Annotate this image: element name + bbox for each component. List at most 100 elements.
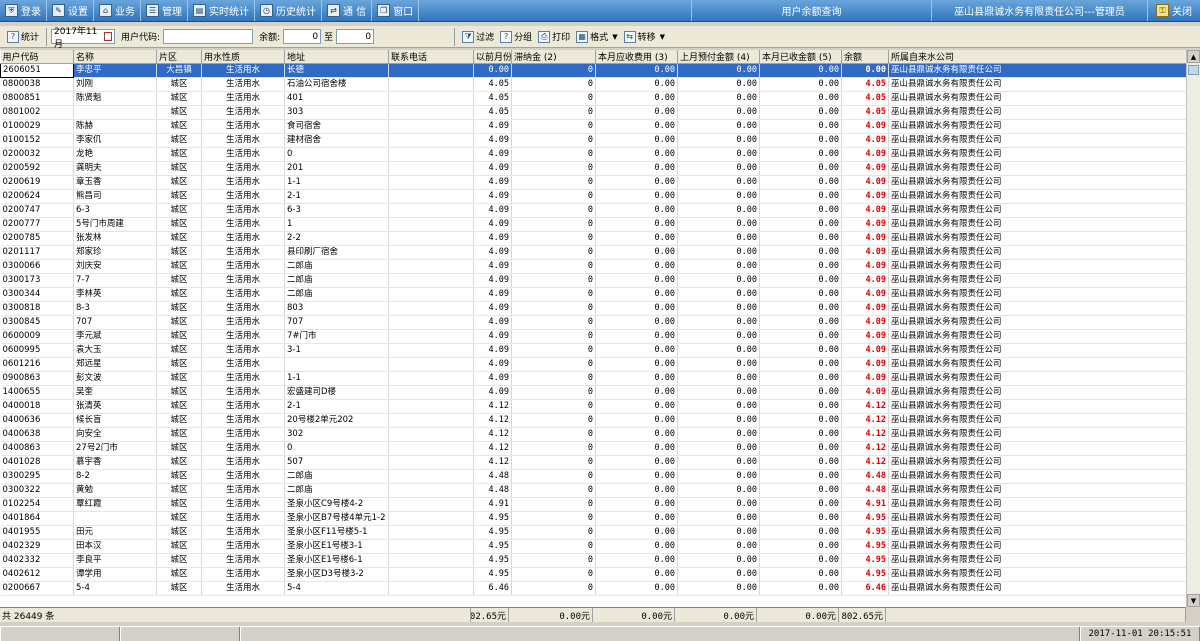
table-row[interactable]: 0200624 熊昌司 城区 生活用水 2-1 4.09 0 0.00 0.00 0.00 4.09… [0, 189, 1186, 204]
table-cell: 0.00 [759, 399, 842, 414]
table-cell: 0.00 [595, 413, 678, 428]
transfer-button[interactable]: ⇆ 转移 ▼ [621, 28, 668, 46]
table-row[interactable]: 0200785 张发林 城区 生活用水 2-2 4.09 0 0.00 0.00 0.00 4.09… [0, 231, 1186, 246]
table-cell: 0.00 [595, 301, 678, 316]
table-row[interactable]: 0300295 8-2 城区 生活用水 二郎庙 4.48 0 0.00 0.00 0.00 4.48… [0, 469, 1186, 484]
menu-item-2[interactable]: ⌂ 业务 [94, 0, 141, 21]
table-row[interactable]: 0402329 田本汉 城区 生活用水 圣泉小区E1号楼3-1 4.95 0 0.00 0.00… [0, 539, 1186, 554]
table-row[interactable]: 0402332 李良平 城区 生活用水 圣泉小区E1号楼6-1 4.95 0 0.00 0.00… [0, 553, 1186, 568]
print-button[interactable]: ⎙ 打印 [535, 28, 573, 46]
table-row[interactable]: 0401955 田元 城区 生活用水 圣泉小区F11号楼5-1 4.95 0 0.00 0.00… [0, 525, 1186, 540]
menu-item-4[interactable]: ▤ 实时统计 [188, 0, 255, 21]
menu-item-5[interactable]: ◷ 历史统计 [255, 0, 322, 21]
table-cell: 0.00 [595, 273, 678, 288]
table-cell: 巫山县鼎诚水务有限责任公司 [888, 315, 1186, 330]
menu-item-6[interactable]: ⇄ 通 信 [322, 0, 373, 21]
column-header[interactable]: 上月预付金额 (4) [677, 50, 760, 64]
table-cell: 二郎庙 [284, 259, 389, 274]
table-row[interactable]: 0300344 李林英 城区 生活用水 二郎庙 4.09 0 0.00 0.00 0.00 4.09… [0, 287, 1186, 302]
scroll-down-button[interactable]: ▼ [1187, 594, 1200, 607]
table-cell: 0.00 [595, 427, 678, 442]
menu-item-0[interactable]: ⛨ 登录 [0, 0, 47, 21]
balance-from-input[interactable] [283, 29, 322, 44]
table-row[interactable]: 0402612 谭学用 城区 生活用水 圣泉小区D3号楼3-2 4.95 0 0.00 0.00… [0, 567, 1186, 582]
table-row[interactable]: 0200777 5号门市周建 城区 生活用水 1 4.09 0 0.00 0.00 0.00 4.0… [0, 217, 1186, 232]
table-row[interactable]: 0800851 陈贤魁 城区 生活用水 401 4.05 0 0.00 0.00 0.00 4.05… [0, 91, 1186, 106]
table-cell: 27号2门市 [73, 441, 157, 456]
table-cell: 0 [511, 175, 596, 190]
column-header[interactable]: 用户代码 [0, 50, 74, 64]
table-row[interactable]: 0400863 27号2门市 城区 生活用水 0 4.12 0 0.00 0.00 0.00 4.1… [0, 441, 1186, 456]
table-row[interactable]: 0800038 刘刚 城区 生活用水 石油公司宿舍楼 4.05 0 0.00 0.00 0.00 4… [0, 77, 1186, 92]
table-row[interactable]: 0400636 候长盲 城区 生活用水 20号楼2单元202 4.12 0 0.00 0.00 0… [0, 413, 1186, 428]
table-row[interactable]: 0200619 章玉香 城区 生活用水 1-1 4.09 0 0.00 0.00 0.00 4.09… [0, 175, 1186, 190]
column-header[interactable]: 以前月份 [473, 50, 512, 64]
menu-item-7[interactable]: ❐ 窗口 [372, 0, 420, 21]
table-row[interactable]: 0400638 向安全 城区 生活用水 302 4.12 0 0.00 0.00 0.00 4.12… [0, 427, 1186, 442]
menu-spacer [419, 0, 692, 21]
table-cell: 4.95 [841, 525, 889, 540]
menu-item-3[interactable]: ☰ 管理 [141, 0, 188, 21]
table-cell: 0 [511, 245, 596, 260]
filter-button[interactable]: ⧩ 过滤 [459, 28, 497, 46]
chevron-down-icon: ▼ [612, 32, 618, 41]
menu-item-1[interactable]: ✎ 设置 [47, 0, 94, 21]
month-picker[interactable]: 2017年11月 [51, 27, 116, 50]
stats-button[interactable]: ? 统计 [4, 28, 42, 46]
table-row[interactable]: 0300818 8-3 城区 生活用水 803 4.09 0 0.00 0.00 0.00 4.09… [0, 301, 1186, 316]
table-cell: 0.00 [759, 455, 842, 470]
table-cell: 4.95 [841, 539, 889, 554]
table-row[interactable]: 0600009 李元斌 城区 生活用水 7#门市 4.09 0 0.00 0.00 0.00 4.0… [0, 329, 1186, 344]
column-header[interactable]: 用水性质 [201, 50, 285, 64]
table-row[interactable]: 1400655 吴奎 城区 生活用水 宏盛建司D楼 4.09 0 0.00 0.00 0.00 4.… [0, 385, 1186, 400]
column-header[interactable]: 片区 [156, 50, 202, 64]
format-button[interactable]: ▦ 格式 ▼ [573, 28, 620, 46]
table-row[interactable]: 0600995 袁大玉 城区 生活用水 3-1 4.09 0 0.00 0.00 0.00 4.09… [0, 343, 1186, 358]
table-row[interactable]: 0200747 6-3 城区 生活用水 6-3 4.09 0 0.00 0.00 0.00 4.09… [0, 203, 1186, 218]
exit-button[interactable]: ⚿ 关闭 [1148, 0, 1200, 21]
table-cell: 0300066 [0, 259, 74, 274]
table-cell: 4.12 [841, 455, 889, 470]
column-header[interactable]: 名称 [73, 50, 157, 64]
table-cell: 城区 [156, 357, 202, 372]
table-row[interactable]: 0300173 7-7 城区 生活用水 二郎庙 4.09 0 0.00 0.00 0.00 4.09… [0, 273, 1186, 288]
table-row[interactable]: 0100152 李家仉 城区 生活用水 建材宿舍 4.09 0 0.00 0.00 0.00 4.0… [0, 133, 1186, 148]
table-row[interactable]: 2606051 李忠平 大昌镇 生活用水 长德 0.00 0 0.00 0.00 0.00 0.00… [0, 63, 1186, 78]
table-row[interactable]: 0200032 龙艳 城区 生活用水 0 4.09 0 0.00 0.00 0.00 4.09 巫山县… [0, 147, 1186, 162]
vertical-scrollbar[interactable]: ▲ ▼ [1186, 50, 1200, 607]
table-cell: 城区 [156, 525, 202, 540]
table-row[interactable]: 0200667 5-4 城区 生活用水 5-4 6.46 0 0.00 0.00 0.00 6.46… [0, 581, 1186, 596]
column-header[interactable]: 联系电话 [388, 50, 474, 64]
balance-to-input[interactable] [336, 29, 375, 44]
table-row[interactable]: 0400018 张清英 城区 生活用水 2-1 4.12 0 0.00 0.00 0.00 4.12… [0, 399, 1186, 414]
column-header[interactable]: 本月应收费用 (3) [595, 50, 678, 64]
table-cell: 0.00 [595, 441, 678, 456]
table-cell: 李元斌 [73, 329, 157, 344]
table-row[interactable]: 0601216 郑远星 城区 生活用水 4.09 0 0.00 0.00 0.00 4.09 巫山县… [0, 357, 1186, 372]
calendar-icon [103, 32, 113, 41]
table-row[interactable]: 0102254 覃红霞 城区 生活用水 圣泉小区C9号楼4-2 4.91 0 0.00 0.00… [0, 497, 1186, 512]
table-row[interactable]: 0300845 707 城区 生活用水 707 4.09 0 0.00 0.00 0.00 4.09… [0, 315, 1186, 330]
table-cell: 4.05 [841, 77, 889, 92]
table-row[interactable]: 0401864 城区 生活用水 圣泉小区B7号楼4单元1-2 4.95 0 0.00 0.00… [0, 511, 1186, 526]
scroll-up-button[interactable]: ▲ [1187, 50, 1200, 63]
scroll-thumb[interactable] [1188, 65, 1199, 75]
table-row[interactable]: 0200592 龚明夫 城区 生活用水 201 4.09 0 0.00 0.00 0.00 4.09… [0, 161, 1186, 176]
table-row[interactable]: 0401028 慕宇香 城区 生活用水 507 4.12 0 0.00 0.00 0.00 4.12… [0, 455, 1186, 470]
column-header[interactable]: 地址 [284, 50, 389, 64]
column-header[interactable]: 余额 [841, 50, 889, 64]
table-row[interactable]: 0900863 彭文波 城区 生活用水 1-1 4.09 0 0.00 0.00 0.00 4.09… [0, 371, 1186, 386]
table-cell: 0.00 [759, 133, 842, 148]
column-header[interactable]: 滞纳金 (2) [511, 50, 596, 64]
column-header[interactable]: 本月已收金额 (5) [759, 50, 842, 64]
table-row[interactable]: 0801002 城区 生活用水 303 4.05 0 0.00 0.00 0.00 4.05 巫山县… [0, 105, 1186, 120]
table-cell: 城区 [156, 413, 202, 428]
table-row[interactable]: 0100029 陈赫 城区 生活用水 食司宿舍 4.09 0 0.00 0.00 0.00 4.09… [0, 119, 1186, 134]
table-row[interactable]: 0300322 黄勉 城区 生活用水 二郎庙 4.48 0 0.00 0.00 0.00 4.48 巫… [0, 483, 1186, 498]
user-code-input[interactable] [163, 29, 254, 44]
column-header[interactable]: 所属自来水公司 [888, 50, 1186, 64]
table-row[interactable]: 0201117 郑家珍 城区 生活用水 县印刷厂宿舍 4.09 0 0.00 0.00 0.00 4… [0, 245, 1186, 260]
table-row[interactable]: 0300066 刘庆安 城区 生活用水 二郎庙 4.09 0 0.00 0.00 0.00 4.09… [0, 259, 1186, 274]
group-button[interactable]: ? 分组 [497, 28, 535, 46]
table-cell: 4.12 [841, 427, 889, 442]
